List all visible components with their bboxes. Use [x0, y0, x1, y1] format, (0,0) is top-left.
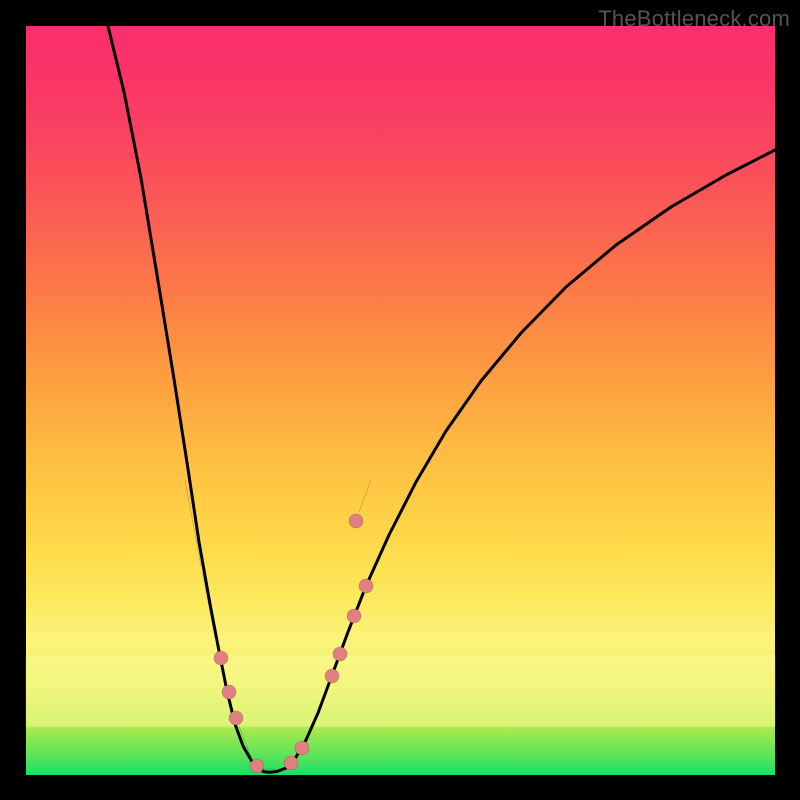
data-point	[359, 579, 373, 593]
bottleneck-curve	[108, 26, 775, 772]
data-point	[325, 669, 339, 683]
data-segment	[359, 480, 371, 512]
data-point	[347, 609, 361, 623]
data-point	[333, 647, 347, 661]
chart-svg	[26, 26, 775, 775]
data-point	[229, 711, 243, 725]
data-point	[295, 741, 309, 755]
data-point	[284, 756, 298, 770]
data-point	[250, 759, 264, 773]
plot-area	[26, 26, 775, 775]
attribution-text: TheBottleneck.com	[598, 6, 790, 32]
data-point	[214, 651, 228, 665]
data-point	[222, 685, 236, 699]
data-segment	[202, 571, 215, 638]
chart-frame: TheBottleneck.com	[0, 0, 800, 800]
data-point	[349, 514, 363, 528]
data-segment	[307, 698, 324, 738]
